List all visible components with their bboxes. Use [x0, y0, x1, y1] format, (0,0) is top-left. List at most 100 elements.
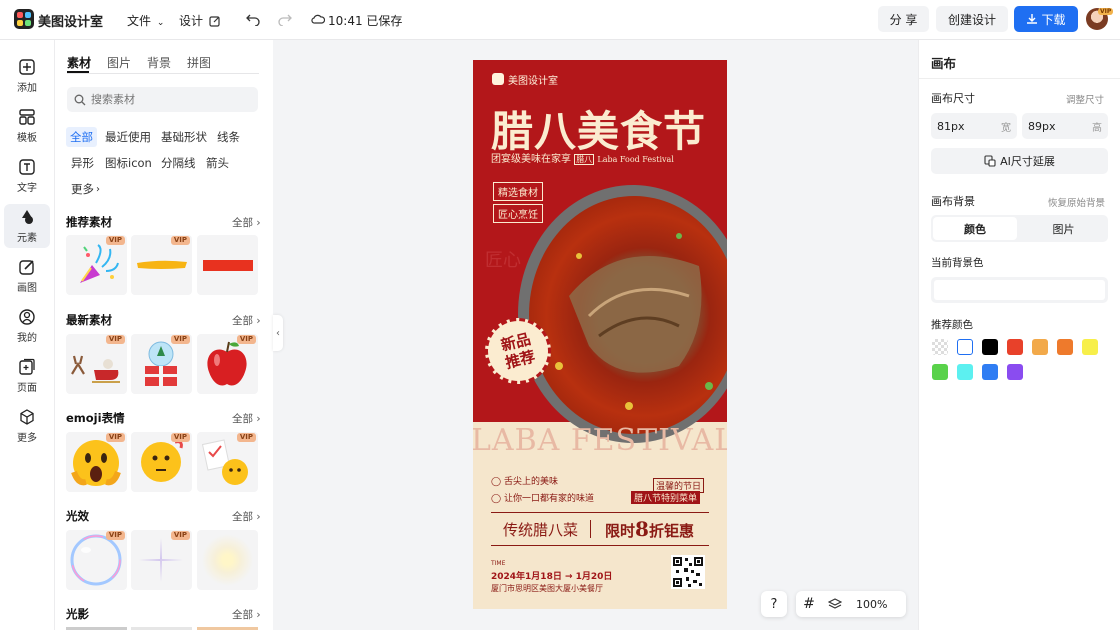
- chip-all[interactable]: 全部: [66, 127, 97, 147]
- height-value: 89px: [1028, 119, 1056, 133]
- section-all-recommended[interactable]: 全部 ›: [232, 215, 261, 230]
- chip-icons[interactable]: 图标icon: [105, 153, 152, 173]
- ai-resize-button[interactable]: AI尺寸延展: [931, 148, 1108, 174]
- tab-backgrounds[interactable]: 背景: [147, 54, 171, 71]
- design-menu[interactable]: 设计: [179, 12, 221, 29]
- section-all-emoji[interactable]: 全部 ›: [232, 411, 261, 426]
- chevron-right-icon: ›: [256, 511, 261, 523]
- circle-bullet-icon: ◯: [491, 477, 502, 487]
- rail-item-more[interactable]: 更多: [4, 404, 50, 448]
- chip-more[interactable]: 更多 ›: [71, 179, 100, 199]
- swatch-black[interactable]: [982, 339, 998, 355]
- asset-bubble[interactable]: VIP: [66, 530, 127, 590]
- section-all-label: 全部: [232, 217, 253, 229]
- chevron-left-icon: ‹: [276, 327, 280, 339]
- asset-sleigh[interactable]: VIP: [66, 334, 127, 394]
- asset-glow[interactable]: [197, 530, 258, 590]
- download-button[interactable]: 下载: [1014, 6, 1078, 32]
- section-all-light[interactable]: 全部 ›: [232, 509, 261, 524]
- rail-item-template[interactable]: 模板: [4, 104, 50, 148]
- bg-tab-image[interactable]: 图片: [1021, 217, 1106, 240]
- create-design-button[interactable]: 创建设计: [936, 6, 1008, 32]
- app-logo[interactable]: [14, 9, 34, 29]
- rail-item-elements[interactable]: 元素: [4, 204, 50, 248]
- chip-recent[interactable]: 最近使用: [105, 127, 151, 147]
- swatch-white[interactable]: [957, 339, 973, 355]
- search-icon: [74, 94, 86, 105]
- redo-icon[interactable]: [278, 12, 292, 26]
- poster-bullet-2: ◯ 让你一口都有家的味道: [491, 491, 594, 504]
- promo-number: 8: [635, 517, 649, 541]
- height-field[interactable]: 89px 高: [1022, 113, 1108, 139]
- tab-images[interactable]: 图片: [107, 54, 131, 71]
- swatch-light-orange[interactable]: [1032, 339, 1048, 355]
- section-title-emoji: emoji表情: [66, 411, 125, 425]
- asset-sparkle[interactable]: VIP: [131, 530, 192, 590]
- vip-badge: VIP: [170, 236, 190, 245]
- undo-icon[interactable]: [246, 12, 260, 26]
- poster-canvas[interactable]: 美图设计室 腊八美食节 团宴级美味在家享 腊八 Laba Food Festiv…: [473, 60, 727, 609]
- rail-item-text[interactable]: 文字: [4, 154, 50, 198]
- asset-emoji-thinking[interactable]: VIP: [131, 432, 192, 492]
- asset-yellow-brush[interactable]: VIP: [131, 235, 192, 295]
- swatch-orange[interactable]: [1057, 339, 1073, 355]
- bg-tab-color[interactable]: 颜色: [933, 217, 1017, 240]
- poster-subtitle-cn: 团宴级美味在家享: [491, 154, 571, 165]
- chevron-right-icon: ›: [256, 217, 261, 229]
- chip-basic-shapes[interactable]: 基础形状: [161, 127, 207, 147]
- swatch-green[interactable]: [932, 364, 948, 380]
- poster-time-label: TIME: [491, 560, 506, 567]
- asset-red-bar[interactable]: [197, 235, 258, 295]
- chip-irregular[interactable]: 异形: [71, 153, 94, 173]
- file-menu[interactable]: 文件 ⌄: [127, 12, 164, 29]
- grid-icon[interactable]: #: [796, 596, 822, 612]
- asset-emoji-checklist[interactable]: VIP: [197, 432, 258, 492]
- rail-item-mine[interactable]: 我的: [4, 304, 50, 348]
- swatch-red[interactable]: [1007, 339, 1023, 355]
- section-all-label: 全部: [232, 315, 253, 327]
- swatch-purple[interactable]: [1007, 364, 1023, 380]
- asset-party-popper[interactable]: VIP: [66, 235, 127, 295]
- cube-icon: [20, 409, 34, 425]
- chip-arrows[interactable]: 箭头: [206, 153, 229, 173]
- section-all-latest[interactable]: 全部 ›: [232, 313, 261, 328]
- template-icon: [19, 109, 35, 125]
- collapse-panel-handle[interactable]: ‹: [273, 315, 283, 351]
- vip-badge: VIP: [170, 531, 190, 540]
- download-icon: [1027, 14, 1038, 24]
- asset-apple[interactable]: VIP: [197, 334, 258, 394]
- badge-text: 新品 推荐: [499, 329, 537, 373]
- poster-date-range: 2024年1月18日 → 1月20日: [491, 572, 613, 582]
- restore-bg-link[interactable]: 恢复原始背景: [1048, 195, 1105, 209]
- search-input[interactable]: [91, 93, 251, 106]
- layers-icon[interactable]: [828, 597, 842, 611]
- resize-link[interactable]: 调整尺寸: [1066, 92, 1104, 106]
- asset-snow-globe[interactable]: VIP: [131, 334, 192, 394]
- chip-dividers[interactable]: 分隔线: [161, 153, 196, 173]
- chip-lines[interactable]: 线条: [217, 127, 240, 147]
- swatch-transparent[interactable]: [932, 339, 948, 355]
- app-name[interactable]: 美图设计室: [38, 11, 103, 30]
- rail-item-add[interactable]: 添加: [4, 54, 50, 98]
- vip-badge: VIP: [170, 335, 190, 344]
- rail-item-page[interactable]: 页面: [4, 354, 50, 398]
- current-bg-swatch[interactable]: [931, 277, 1108, 303]
- tab-collage[interactable]: 拼图: [187, 54, 211, 71]
- search-box[interactable]: [67, 87, 258, 112]
- swatch-yellow[interactable]: [1082, 339, 1098, 355]
- tab-materials[interactable]: 素材: [67, 54, 91, 71]
- vip-badge: VIP: [105, 236, 125, 245]
- current-bg-label: 当前背景色: [931, 257, 984, 269]
- help-button[interactable]: ?: [761, 591, 787, 617]
- asset-emoji-shocked[interactable]: VIP: [66, 432, 127, 492]
- section-all-shadow[interactable]: 全部 ›: [232, 607, 261, 622]
- width-field[interactable]: 81px 宽: [931, 113, 1017, 139]
- rail-item-draw[interactable]: 画图: [4, 254, 50, 298]
- draw-icon: [19, 260, 34, 275]
- promo-discount: 折钜惠: [648, 522, 694, 540]
- swatch-cyan[interactable]: [957, 364, 973, 380]
- zoom-level[interactable]: 100%: [856, 598, 887, 611]
- share-button[interactable]: 分 享: [878, 6, 929, 32]
- swatch-blue[interactable]: [982, 364, 998, 380]
- poster-divider-bottom: [491, 545, 709, 546]
